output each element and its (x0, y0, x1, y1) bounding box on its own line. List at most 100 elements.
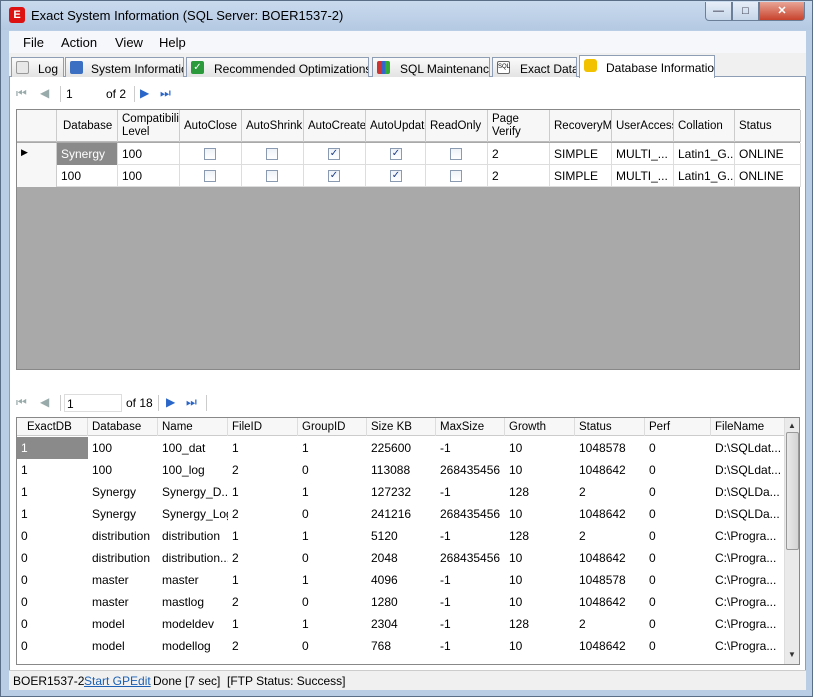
cell-readonly[interactable] (426, 143, 488, 165)
tab-system-information[interactable]: System Information (65, 57, 184, 77)
cell-groupid[interactable]: 1 (298, 437, 367, 459)
cell-collation[interactable]: Latin1_G... (674, 165, 735, 187)
cell-exactdb[interactable]: 0 (17, 613, 88, 635)
vertical-scrollbar[interactable]: ▲ ▼ (784, 418, 799, 664)
cell-status[interactable]: ONLINE (735, 165, 801, 187)
cell-database[interactable]: 100 (57, 165, 118, 187)
cell-growth[interactable]: 10 (505, 635, 575, 657)
cell-autoupdate[interactable]: ✓ (366, 165, 426, 187)
cell-database[interactable]: Synergy (88, 481, 158, 503)
cell-sizekb[interactable]: 1280 (367, 591, 436, 613)
table-row[interactable]: 0 distribution distribution 1 1 5120 -1 128 2 0 C:… (17, 525, 785, 547)
col-database[interactable]: Database (57, 110, 118, 142)
cell-exactdb[interactable]: 0 (17, 569, 88, 591)
tab-exact-data[interactable]: SQL Exact Data (492, 57, 577, 77)
cell-database[interactable]: master (88, 591, 158, 613)
cell-compat[interactable]: 100 (118, 165, 180, 187)
maximize-button[interactable]: □ (732, 2, 759, 21)
cell-perf[interactable]: 0 (645, 569, 711, 591)
table-row[interactable]: 0 master master 1 1 4096 -1 10 1048578 0 C:\Progra… (17, 569, 785, 591)
cell-database[interactable]: Synergy (88, 503, 158, 525)
cell-status[interactable]: 1048642 (575, 635, 645, 657)
cell-recovery[interactable]: SIMPLE (550, 143, 612, 165)
autoupdate-checkbox[interactable]: ✓ (390, 148, 402, 160)
cell-page-verify[interactable]: 2 (488, 165, 550, 187)
cell-groupid[interactable]: 1 (298, 481, 367, 503)
cell-autoupdate[interactable]: ✓ (366, 143, 426, 165)
cell-growth[interactable]: 10 (505, 547, 575, 569)
cell-status[interactable]: 2 (575, 613, 645, 635)
cell-sizekb[interactable]: 241216 (367, 503, 436, 525)
cell-maxsize[interactable]: 268435456 (436, 459, 505, 481)
table-row[interactable]: 1 Synergy Synergy_Log 2 0 241216 268435456 10 10… (17, 503, 785, 525)
start-gpedit-link[interactable]: Start GPEdit (84, 674, 151, 688)
col-autoupdate[interactable]: AutoUpdate (366, 110, 426, 142)
col-exactdb[interactable]: ExactDB (17, 418, 88, 436)
col-compatibility-level[interactable]: Compatibility Level (118, 110, 180, 142)
readonly-checkbox[interactable] (450, 148, 462, 160)
cell-groupid[interactable]: 1 (298, 525, 367, 547)
tab-recommended-optimizations[interactable]: ✓ Recommended Optimizations [6] (186, 57, 369, 77)
cell-groupid[interactable]: 1 (298, 569, 367, 591)
cell-database[interactable]: model (88, 613, 158, 635)
cell-sizekb[interactable]: 225600 (367, 437, 436, 459)
cell-filename[interactable]: D:\SQLdat... (711, 459, 785, 481)
cell-groupid[interactable]: 1 (298, 613, 367, 635)
table-row[interactable]: ▶ Synergy 100 ✓ ✓ 2 SIMPLE MULTI_... Lat… (17, 143, 801, 165)
cell-status[interactable]: 1048578 (575, 437, 645, 459)
menu-view[interactable]: View (115, 35, 143, 50)
cell-perf[interactable]: 0 (645, 437, 711, 459)
tab-sql-maintenance[interactable]: SQL Maintenance (372, 57, 490, 77)
col-user-access[interactable]: UserAccess (612, 110, 674, 142)
cell-database[interactable]: Synergy (57, 143, 118, 165)
cell-status[interactable]: 1048578 (575, 569, 645, 591)
col-size-kb[interactable]: Size KB (367, 418, 436, 436)
cell-groupid[interactable]: 0 (298, 503, 367, 525)
cell-fileid[interactable]: 1 (228, 569, 298, 591)
tab-database-information[interactable]: Database Information (579, 55, 715, 78)
cell-maxsize[interactable]: 268435456 (436, 547, 505, 569)
cell-name[interactable]: 100_dat (158, 437, 228, 459)
cell-growth[interactable]: 128 (505, 525, 575, 547)
cell-fileid[interactable]: 1 (228, 481, 298, 503)
cell-database[interactable]: 100 (88, 459, 158, 481)
table-row[interactable]: 1 100 100_log 2 0 113088 268435456 10 1048642 0 D:… (17, 459, 785, 481)
cell-sizekb[interactable]: 768 (367, 635, 436, 657)
cell-exactdb[interactable]: 1 (17, 437, 88, 459)
table-row[interactable]: 1 Synergy Synergy_D... 1 1 127232 -1 128 2 0 D:\SQ… (17, 481, 785, 503)
cell-autocreate[interactable]: ✓ (304, 165, 366, 187)
cell-autoclose[interactable] (180, 143, 242, 165)
cell-maxsize[interactable]: 268435456 (436, 503, 505, 525)
cell-perf[interactable]: 0 (645, 635, 711, 657)
cell-filename[interactable]: D:\SQLDa... (711, 503, 785, 525)
scroll-up-icon[interactable]: ▲ (788, 421, 796, 430)
autoupdate-checkbox[interactable]: ✓ (390, 170, 402, 182)
cell-name[interactable]: 100_log (158, 459, 228, 481)
table-row[interactable]: 0 model modeldev 1 1 2304 -1 128 2 0 C:\Progra... (17, 613, 785, 635)
cell-name[interactable]: Synergy_Log (158, 503, 228, 525)
cell-status[interactable]: 1048642 (575, 547, 645, 569)
autoclose-checkbox[interactable] (204, 170, 216, 182)
cell-filename[interactable]: C:\Progra... (711, 591, 785, 613)
cell-exactdb[interactable]: 0 (17, 547, 88, 569)
cell-autoshrink[interactable] (242, 165, 304, 187)
cell-sizekb[interactable]: 5120 (367, 525, 436, 547)
cell-fileid[interactable]: 2 (228, 459, 298, 481)
title-bar[interactable]: E Exact System Information (SQL Server: … (1, 1, 812, 30)
col-growth[interactable]: Growth (505, 418, 575, 436)
cell-status[interactable]: ONLINE (735, 143, 801, 165)
last-page-icon[interactable]: ⏭ (160, 86, 171, 101)
col-page-verify[interactable]: Page Verify (488, 110, 550, 142)
col-recovery-model[interactable]: RecoveryM (550, 110, 612, 142)
cell-fileid[interactable]: 2 (228, 547, 298, 569)
cell-sizekb[interactable]: 2304 (367, 613, 436, 635)
cell-sizekb[interactable]: 2048 (367, 547, 436, 569)
cell-maxsize[interactable]: -1 (436, 481, 505, 503)
table-row[interactable]: 0 master mastlog 2 0 1280 -1 10 1048642 0 C:\Progr… (17, 591, 785, 613)
cell-status[interactable]: 1048642 (575, 503, 645, 525)
cell-sizekb[interactable]: 113088 (367, 459, 436, 481)
table-row[interactable]: 1 100 100_dat 1 1 225600 -1 10 1048578 0 D:\SQLdat… (17, 437, 785, 459)
cell-name[interactable]: distribution (158, 525, 228, 547)
cell-name[interactable]: Synergy_D... (158, 481, 228, 503)
col-filename[interactable]: FileName (711, 418, 785, 436)
